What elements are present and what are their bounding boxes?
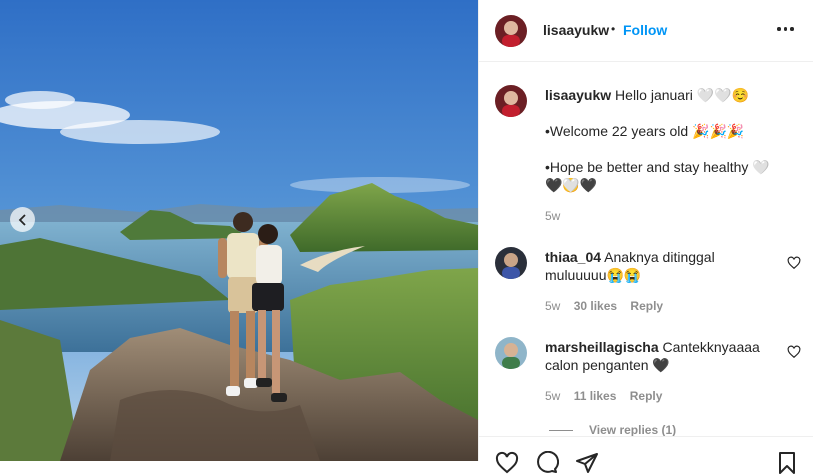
avatar-image — [495, 247, 527, 279]
comment-icon[interactable] — [535, 451, 559, 475]
comment-1-meta: 5w 30 likes Reply — [545, 299, 663, 313]
avatar-image — [495, 85, 527, 117]
view-replies-button[interactable]: View replies (1) — [549, 423, 676, 437]
heart-icon[interactable] — [495, 451, 519, 475]
caption-line-2: •Welcome 22 years old 🎉🎉🎉 — [545, 123, 745, 139]
view-replies-line — [549, 430, 573, 432]
comment-2-meta: 5w 11 likes Reply — [545, 389, 662, 403]
post-header: lisaayukw • Follow — [479, 0, 813, 62]
avatar-image — [495, 337, 527, 369]
caption-line-4: 🖤🤍🖤 — [545, 177, 598, 193]
comment-2-likes[interactable]: 11 likes — [574, 389, 617, 403]
chevron-left-icon — [18, 213, 26, 226]
comment-1-likes[interactable]: 30 likes — [574, 299, 617, 313]
comment-2: marsheillagischa Cantekknyaaaa calon pen… — [545, 338, 770, 374]
comment-1-username[interactable]: thiaa_04 — [545, 249, 601, 265]
comment-2-username[interactable]: marsheillagischa — [545, 339, 659, 355]
comment-1-reply-button[interactable]: Reply — [630, 299, 663, 313]
comment-avatar-thiaa[interactable] — [495, 247, 527, 279]
avatar[interactable] — [495, 15, 527, 47]
comment-1: thiaa_04 Anaknya ditinggal muluuuuu😭😭 — [545, 248, 770, 284]
action-bar — [479, 436, 813, 474]
caption-timestamp: 5w — [545, 209, 561, 223]
post-author-username[interactable]: lisaayukw — [543, 22, 609, 38]
heart-icon[interactable] — [787, 256, 801, 270]
bookmark-icon[interactable] — [775, 451, 799, 475]
landscape-image — [0, 0, 478, 461]
comment-1-time: 5w — [545, 299, 561, 313]
view-replies-label: View replies (1) — [589, 423, 677, 437]
comment-avatar-marsheilla[interactable] — [495, 337, 527, 369]
more-options-icon[interactable] — [777, 27, 794, 31]
post-sidebar: lisaayukw • Follow lisaayukw Hello janua… — [478, 0, 813, 474]
post-photo[interactable] — [0, 0, 478, 461]
comment-2-time: 5w — [545, 389, 561, 403]
caption-line-1: Hello januari 🤍🤍☺️ — [615, 87, 750, 103]
heart-icon[interactable] — [787, 345, 801, 359]
comment-2-reply-button[interactable]: Reply — [630, 389, 663, 403]
separator-dot: • — [611, 22, 616, 36]
follow-button[interactable]: Follow — [623, 22, 667, 38]
previous-photo-button[interactable] — [10, 207, 35, 232]
caption-username[interactable]: lisaayukw — [545, 87, 611, 103]
caption: lisaayukw Hello januari 🤍🤍☺️ — [545, 86, 785, 104]
avatar-image — [495, 15, 527, 47]
share-icon[interactable] — [575, 451, 599, 475]
caption-avatar[interactable] — [495, 85, 527, 117]
